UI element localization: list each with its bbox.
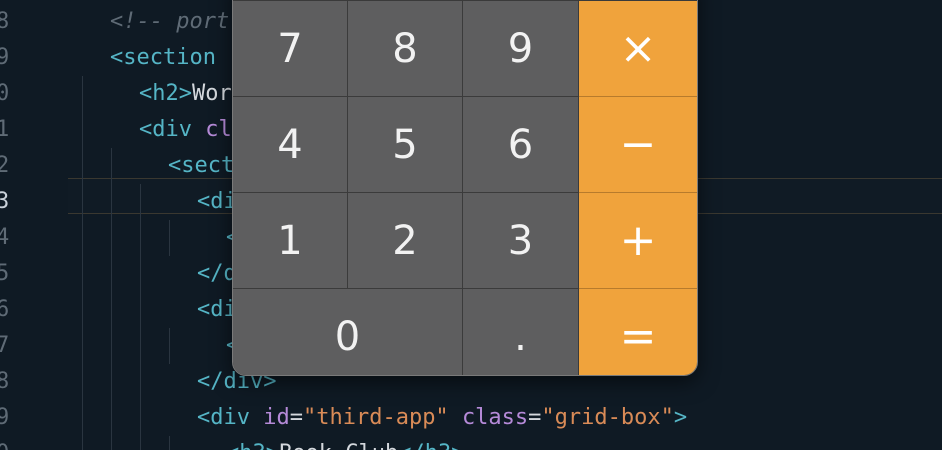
code-text: <h2>Wor: [139, 76, 232, 112]
indent-guide: [111, 400, 112, 436]
code-line[interactable]: 0 <h3>Book Club</h3>: [0, 436, 942, 450]
screen: 8 <!-- port 9 <section 0 <h2>Wor 1 <div cl 2 <sec…: [0, 0, 942, 450]
code-token: <h2>: [139, 81, 192, 106]
code-token: <!-- port: [110, 9, 230, 34]
code-token: cl: [205, 117, 232, 142]
indent-guide: [111, 364, 112, 400]
code-token: <sect: [168, 153, 235, 178]
indent-guide: [111, 328, 112, 364]
key-4[interactable]: 4: [233, 97, 348, 193]
code-token: <h3>: [226, 441, 279, 450]
code-text: </d: [197, 256, 237, 292]
indent-guide: [111, 436, 112, 450]
code-token: <di: [197, 297, 237, 322]
code-token: <div: [139, 117, 206, 142]
indent-guide: [111, 256, 112, 292]
line-number: 1: [0, 117, 10, 142]
indent-guide: [82, 400, 83, 436]
line-number: 4: [0, 225, 10, 250]
indent-guide: [82, 292, 83, 328]
indent-guide: [111, 148, 112, 184]
line-number: 9: [0, 405, 10, 430]
indent-guide: [111, 184, 112, 220]
key-1[interactable]: 1: [233, 193, 348, 289]
indent-guide: [82, 112, 83, 148]
key-8[interactable]: 8: [348, 1, 463, 97]
key-7[interactable]: 7: [233, 1, 348, 97]
code-token: <section: [110, 45, 216, 70]
code-token: class: [461, 405, 529, 430]
indent-guide: [82, 220, 83, 256]
indent-guide: [169, 436, 170, 450]
key-subtract[interactable]: −: [579, 97, 697, 193]
line-number: 8: [0, 9, 10, 34]
line-number: 6: [0, 297, 10, 322]
indent-guide: [82, 328, 83, 364]
code-text: <div id="third-app" class="grid-box">: [197, 400, 687, 436]
indent-guide: [140, 256, 141, 292]
code-token: =: [528, 405, 542, 430]
code-text: <!-- port: [110, 4, 229, 40]
code-token: <di: [197, 189, 237, 214]
key-9[interactable]: 9: [463, 1, 579, 97]
code-token: >: [673, 405, 688, 430]
indent-guide: [140, 400, 141, 436]
code-text: <section: [110, 40, 216, 76]
key-6[interactable]: 6: [463, 97, 579, 193]
indent-guide: [140, 184, 141, 220]
calculator-window: 7 8 9 × 4 5 6− 1 2 3 +0. =: [232, 0, 698, 376]
indent-guide: [82, 76, 83, 112]
code-token: </h3>: [398, 441, 464, 450]
indent-guide: [140, 328, 141, 364]
line-number: 0: [0, 81, 10, 106]
code-token: =: [289, 405, 303, 430]
indent-guide: [140, 292, 141, 328]
code-text: <h3>Book Club</h3>: [226, 436, 464, 450]
code-text: <sect: [168, 148, 234, 184]
code-line[interactable]: 9 <div id="third-app" class="grid-box">: [0, 400, 942, 436]
key-multiply[interactable]: ×: [579, 1, 697, 97]
indent-guide: [82, 436, 83, 450]
code-token: "third-app": [302, 405, 449, 430]
indent-guide: [169, 220, 170, 256]
line-number: 9: [0, 45, 10, 70]
line-number: 7: [0, 333, 10, 358]
key-equals[interactable]: =: [579, 289, 697, 375]
key-add[interactable]: +: [579, 193, 697, 289]
key-decimal[interactable]: .: [463, 289, 579, 375]
indent-guide: [140, 220, 141, 256]
key-5[interactable]: 5: [348, 97, 463, 193]
code-token: <div: [197, 405, 264, 430]
code-token: </d: [197, 261, 237, 286]
indent-guide: [82, 256, 83, 292]
line-number: 5: [0, 261, 10, 286]
code-text: <div cl: [139, 112, 232, 148]
line-number: 8: [0, 369, 10, 394]
indent-guide: [82, 148, 83, 184]
key-3[interactable]: 3: [463, 193, 579, 289]
key-2[interactable]: 2: [348, 193, 463, 289]
indent-guide: [140, 436, 141, 450]
line-number: 3: [0, 189, 10, 214]
code-token: Book Club: [279, 441, 398, 450]
key-0[interactable]: 0: [233, 289, 463, 375]
code-token: "grid-box": [541, 405, 674, 430]
indent-guide: [82, 184, 83, 220]
indent-guide: [111, 292, 112, 328]
code-token: Wor: [191, 81, 232, 106]
code-token: id: [263, 405, 290, 430]
indent-guide: [82, 364, 83, 400]
indent-guide: [140, 364, 141, 400]
line-number: 0: [0, 436, 16, 450]
line-number: 2: [0, 153, 10, 178]
indent-guide: [111, 220, 112, 256]
indent-guide: [169, 328, 170, 364]
